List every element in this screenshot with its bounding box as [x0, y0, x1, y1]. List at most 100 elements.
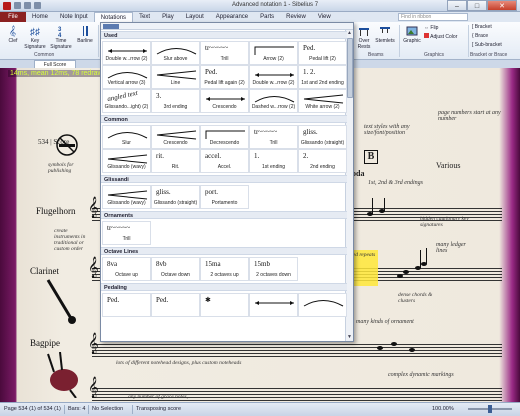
scroll-down-icon[interactable]: ▼ [346, 334, 353, 341]
line-gallery-item[interactable]: 2. 2nd ending [298, 149, 347, 173]
bracket-group-label: Bracket or Brace [470, 52, 508, 58]
line-gallery-item[interactable]: 3. 3rd ending [151, 89, 200, 113]
brace-button[interactable]: { Brace [472, 33, 488, 40]
line-gallery-item[interactable]: 1. 2. 1st and 2nd ending [298, 65, 347, 89]
line-gallery-item[interactable]: angled text Glissando...ight) (2) [102, 89, 151, 113]
line-gallery-item-label: 1st ending [261, 164, 286, 170]
over-rests-button[interactable]: Over Rests [356, 25, 372, 50]
line-gallery-item[interactable]: Glissando (wavy) [102, 185, 151, 209]
tab-review[interactable]: Review [280, 12, 312, 22]
redo-icon[interactable] [34, 2, 41, 9]
svg-text:𝄞: 𝄞 [9, 25, 16, 37]
line-gallery-item[interactable]: accel. Accel. [200, 149, 249, 173]
line-gallery-item[interactable]: Line [151, 65, 200, 89]
tab-view[interactable]: View [312, 12, 337, 22]
line-gallery-item[interactable]: Crescendo [151, 125, 200, 149]
tab-parts[interactable]: Parts [254, 12, 280, 22]
stemlets-button[interactable]: Stemlets [374, 25, 396, 44]
line-gallery-item[interactable]: tr~~~~~ Trill [249, 125, 298, 149]
line-gallery-item-label: Glissando (wavy) [107, 200, 146, 206]
tab-play[interactable]: Play [156, 12, 180, 22]
rehearsal-mark-b: B [364, 150, 378, 164]
tab-note-input[interactable]: Note Input [54, 12, 94, 22]
line-gallery-item[interactable]: Ped. [102, 293, 151, 317]
adjust-color-button[interactable]: Adjust Color [424, 33, 457, 41]
gallery-filter-tag[interactable] [103, 24, 119, 29]
line-gallery-item[interactable]: Ped. Pedal lift again (2) [200, 65, 249, 89]
close-button[interactable]: ✕ [487, 0, 517, 11]
line-gallery-item[interactable]: Crescendo [200, 89, 249, 113]
line-gallery-item[interactable]: 8va Octave up [102, 257, 151, 281]
slur-preview-icon [156, 48, 197, 55]
tab-layout[interactable]: Layout [180, 12, 210, 22]
line-gallery-item[interactable]: Arrow (2) [249, 41, 298, 65]
flip-button[interactable]: ⇔ Flip [424, 25, 438, 32]
annotation-page-numbers: page numbers start at any number [438, 110, 501, 122]
line-gallery-item[interactable]: 1. 1st ending [249, 149, 298, 173]
clef-button[interactable]: 𝄞 Clef [4, 25, 22, 44]
tab-notations[interactable]: Notations [93, 12, 134, 22]
tab-file[interactable]: File [0, 12, 26, 22]
line-gallery-item[interactable] [298, 293, 347, 317]
time-signature-icon: 34 [58, 27, 62, 37]
line-gallery-item[interactable]: White arrow (2) [298, 89, 347, 113]
undo-icon[interactable] [24, 2, 31, 9]
barline-label: Barline [77, 38, 93, 44]
line-gallery-item-label: Glissando (wavy) [107, 164, 146, 170]
line-gallery-item[interactable]: Decrescendo [200, 125, 249, 149]
maximize-button[interactable]: □ [467, 0, 487, 11]
save-icon[interactable] [14, 2, 21, 9]
graphic-button[interactable]: Graphic [402, 25, 422, 44]
line-gallery-item[interactable]: gliss. Glissando (straight) [151, 185, 200, 209]
line-gallery-item[interactable]: Slur [102, 125, 151, 149]
bracket-line-preview-icon [205, 130, 245, 139]
line-gallery-item[interactable]: 15ma 2 octaves up [200, 257, 249, 281]
line-gallery-item[interactable] [249, 293, 298, 317]
gallery-section-header: Ornaments [101, 211, 347, 219]
lines-gallery[interactable]: ▲ ▼ Used Double w...rrow (2) Slur above tr~… [100, 22, 354, 342]
status-bars: Bars: 4 [68, 406, 86, 412]
line-glyph-text: 2. [303, 152, 309, 160]
tab-appearance[interactable]: Appearance [210, 12, 254, 22]
line-gallery-item[interactable]: Ped. [151, 293, 200, 317]
bracket-button[interactable]: [ Bracket [472, 24, 492, 31]
line-gallery-item[interactable]: tr~~~~~ Trill [200, 41, 249, 65]
line-gallery-item[interactable]: Glissando (wavy) [102, 149, 151, 173]
tab-full-score[interactable]: Full Score [34, 60, 76, 68]
tab-text[interactable]: Text [133, 12, 156, 22]
line-gallery-item-label: Pedal lift again (2) [204, 80, 245, 86]
line-gallery-item[interactable]: tr~~~~~ Trill [102, 221, 151, 245]
line-gallery-item-label: Decrescendo [209, 140, 240, 146]
line-gallery-item[interactable]: Vertical arrow (3) [102, 65, 151, 89]
line-gallery-item[interactable]: port. Portamento [200, 185, 249, 209]
scrollbar-thumb[interactable] [347, 38, 353, 98]
line-gallery-item[interactable]: Slur above [151, 41, 200, 65]
line-gallery-item[interactable]: rit. Rit. [151, 149, 200, 173]
over-rests-label: Over Rests [357, 38, 371, 50]
line-gallery-item[interactable]: 8vb Octave down [151, 257, 200, 281]
line-gallery-item[interactable]: Ped. Pedal lift (2) [298, 41, 347, 65]
line-gallery-item[interactable]: gliss. Glissando (straight) [298, 125, 347, 149]
key-signature-button[interactable]: ♯♯ Key Signature [24, 25, 46, 50]
line-gallery-item[interactable]: 15mb 2 octaves down [249, 257, 298, 281]
scroll-up-icon[interactable]: ▲ [346, 30, 353, 37]
line-gallery-item[interactable]: Double w...rrow (2) [249, 65, 298, 89]
line-gallery-item[interactable]: Dashed w...rrow (2) [249, 89, 298, 113]
line-gallery-item-label: Dashed w...rrow (2) [251, 104, 296, 110]
barline-icon [83, 26, 88, 36]
brace-label: Brace [475, 33, 489, 39]
time-signature-button[interactable]: 34 Time Signature [50, 25, 72, 50]
tab-home[interactable]: Home [26, 12, 54, 22]
line-gallery-item[interactable]: ✱ [200, 293, 249, 317]
zoom-slider[interactable] [468, 405, 512, 413]
zoom-slider-knob[interactable] [488, 405, 492, 413]
minimize-button[interactable]: – [447, 0, 467, 11]
line-gallery-item-label: 2nd ending [310, 164, 335, 170]
line-gallery-item-label: Rit. [171, 164, 180, 170]
barline-button[interactable]: Barline [76, 25, 94, 44]
line-gallery-item[interactable]: Double w...rrow (2) [102, 41, 151, 65]
ribbon-search-input[interactable]: Find in ribbon [398, 13, 468, 21]
sibelius-logo-icon [3, 2, 11, 10]
stemlets-icon [380, 27, 390, 33]
sub-bracket-button[interactable]: [ Sub-bracket [472, 42, 502, 49]
